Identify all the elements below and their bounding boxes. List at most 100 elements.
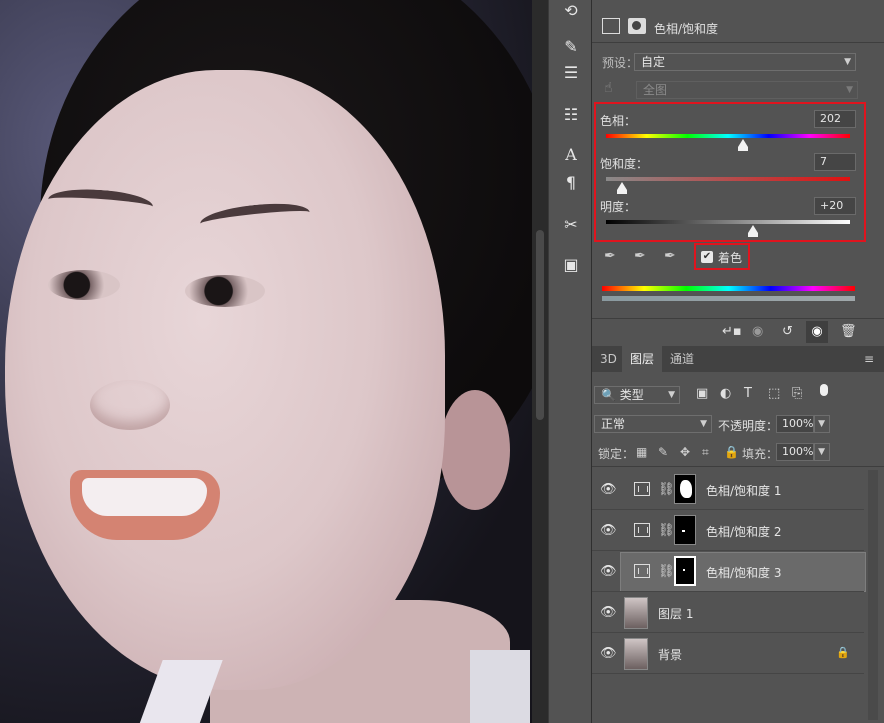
photo-collar-right <box>470 650 530 723</box>
adjustment-layer-icon <box>634 482 650 496</box>
view-previous-icon[interactable]: ◉ <box>752 324 763 339</box>
opacity-label: 不透明度： <box>718 419 779 433</box>
layer-name: 色相/饱和度 1 <box>706 484 782 498</box>
navigator-icon[interactable]: ▣ <box>559 254 583 276</box>
lock-all-icon[interactable]: 🔒 <box>724 445 739 459</box>
clip-to-layer-icon[interactable]: ↵▪ <box>722 324 742 339</box>
chevron-down-icon: ▼ <box>700 419 707 429</box>
tab-3d[interactable]: 3D <box>592 346 625 372</box>
search-icon: 🔍 <box>601 388 616 402</box>
layer-thumbnail[interactable] <box>624 638 648 670</box>
adjustment-layer-icon <box>634 523 650 537</box>
layers-scrollbar[interactable] <box>868 470 878 720</box>
layer-row[interactable]: 👁 背景 🔒 <box>592 634 864 674</box>
layer-name: 图层 1 <box>658 607 694 621</box>
chain-link-icon[interactable]: ⛓ <box>658 482 675 497</box>
layer-thumbnail[interactable] <box>624 597 648 629</box>
layer-mask-thumbnail[interactable] <box>674 474 696 504</box>
eyedropper-icon[interactable]: ✒ <box>604 248 616 264</box>
layers-panel: 3D 图层 通道 ≡ 🔍 类型 ▼ ▣ ◐ T ⬚ ⎘ 正常 ▼ 不透明度： 1… <box>592 346 884 723</box>
lock-icon: 🔒 <box>836 646 850 659</box>
opacity-input[interactable]: 100% <box>776 415 814 433</box>
eye-icon[interactable]: 👁 <box>600 564 617 579</box>
lock-image-icon[interactable]: ✎ <box>658 445 668 459</box>
filter-adjustment-icon[interactable]: ◐ <box>720 386 731 401</box>
photo-ear <box>440 390 510 510</box>
brush-presets-icon[interactable]: ✎ <box>559 36 583 58</box>
channel-dropdown[interactable]: 全图 ▼ <box>636 81 858 99</box>
chevron-down-icon: ▼ <box>818 419 825 429</box>
chain-link-icon[interactable]: ⛓ <box>658 564 675 579</box>
tab-layers[interactable]: 图层 <box>622 346 663 372</box>
filter-pixel-icon[interactable]: ▣ <box>696 386 708 401</box>
lock-position-icon[interactable]: ✥ <box>680 445 690 459</box>
opacity-slider-toggle[interactable]: ▼ <box>814 415 830 433</box>
panel-menu-icon[interactable]: ≡ <box>864 352 874 366</box>
chevron-down-icon: ▼ <box>818 447 825 457</box>
paragraph-icon[interactable]: ¶ <box>559 172 583 194</box>
canvas-scrollbar-thumb[interactable] <box>536 230 544 420</box>
targeted-adjustment-icon[interactable]: ☝ <box>604 80 613 96</box>
tool-presets-icon[interactable]: ✂ <box>559 214 583 236</box>
layer-row[interactable]: 👁 ⛓ 色相/饱和度 1 <box>592 470 864 510</box>
layer-name: 色相/饱和度 3 <box>706 566 782 580</box>
visibility-icon[interactable]: ◉ <box>806 321 828 343</box>
properties-scrollbar[interactable] <box>868 45 878 315</box>
fill-slider-toggle[interactable]: ▼ <box>814 443 830 461</box>
photo-face <box>5 70 445 690</box>
properties-icon[interactable]: ☷ <box>559 104 583 126</box>
photo-nose <box>90 380 170 430</box>
chevron-down-icon: ▼ <box>846 85 853 95</box>
eyedropper-minus-icon[interactable]: ✒ <box>664 248 676 264</box>
layer-mask-thumbnail[interactable] <box>674 515 696 545</box>
chain-link-icon[interactable]: ⛓ <box>658 523 675 538</box>
layer-name: 背景 <box>658 648 683 662</box>
adjustments-icon[interactable]: ☰ <box>559 62 583 84</box>
character-icon[interactable]: A <box>559 144 583 166</box>
filter-smart-object-icon[interactable]: ⎘ <box>792 386 802 401</box>
chevron-down-icon: ▼ <box>844 57 851 67</box>
mask-icon[interactable] <box>628 18 646 34</box>
preset-dropdown[interactable]: 自定 ▼ <box>634 53 856 71</box>
divider <box>592 466 884 467</box>
filter-type-value: 类型 <box>619 388 644 402</box>
layer-mask-thumbnail[interactable] <box>674 556 696 586</box>
photo-teeth <box>82 478 207 516</box>
blend-mode-dropdown[interactable]: 正常 ▼ <box>594 415 712 433</box>
photo-left-eye <box>48 270 120 300</box>
layer-row[interactable]: 👁 图层 1 <box>592 593 864 633</box>
sliders-highlight-box <box>594 102 866 242</box>
eye-icon[interactable]: 👁 <box>600 523 617 538</box>
fill-input[interactable]: 100% <box>776 443 814 461</box>
reset-icon[interactable]: ↺ <box>782 324 793 339</box>
chevron-down-icon: ▼ <box>668 390 675 400</box>
filter-shape-icon[interactable]: ⬚ <box>768 386 780 401</box>
trash-icon[interactable]: 🗑 <box>840 324 857 339</box>
layer-name: 色相/饱和度 2 <box>706 525 782 539</box>
layer-row[interactable]: 👁 ⛓ 色相/饱和度 2 <box>592 511 864 551</box>
layer-row[interactable]: 👁 ⛓ 色相/饱和度 3 <box>592 552 864 592</box>
tab-channels[interactable]: 通道 <box>662 346 702 372</box>
blend-mode-value: 正常 <box>601 417 626 431</box>
eye-icon[interactable]: 👁 <box>600 605 617 620</box>
photo-right-eye <box>185 275 265 307</box>
eye-icon[interactable]: 👁 <box>600 646 617 661</box>
lock-transparent-icon[interactable]: ▦ <box>636 445 647 459</box>
filter-type-icon[interactable]: T <box>744 386 752 401</box>
properties-panel: 色相/饱和度 预设： 自定 ▼ ☝ 全图 ▼ 色相： 202 饱和度： 7 明度… <box>592 0 884 346</box>
panel-dock-strip: ⟲ ✎ ☰ ☷ A ¶ ✂ ▣ <box>548 0 592 723</box>
colorize-highlight-box <box>694 243 750 270</box>
history-icon[interactable]: ⟲ <box>559 0 583 22</box>
adjustment-layer-icon[interactable] <box>602 18 620 34</box>
document-canvas[interactable] <box>0 0 532 723</box>
divider <box>592 42 884 43</box>
divider <box>592 318 884 319</box>
lock-artboard-icon[interactable]: ⌗ <box>702 445 709 460</box>
eye-icon[interactable]: 👁 <box>600 482 617 497</box>
eyedropper-plus-icon[interactable]: ✒ <box>634 248 646 264</box>
filter-toggle-icon[interactable] <box>820 384 828 396</box>
properties-title: 色相/饱和度 <box>654 22 719 36</box>
hue-reference-bar <box>602 286 855 291</box>
lock-label: 锁定： <box>598 447 635 461</box>
filter-type-dropdown[interactable]: 🔍 类型 ▼ <box>594 386 680 404</box>
